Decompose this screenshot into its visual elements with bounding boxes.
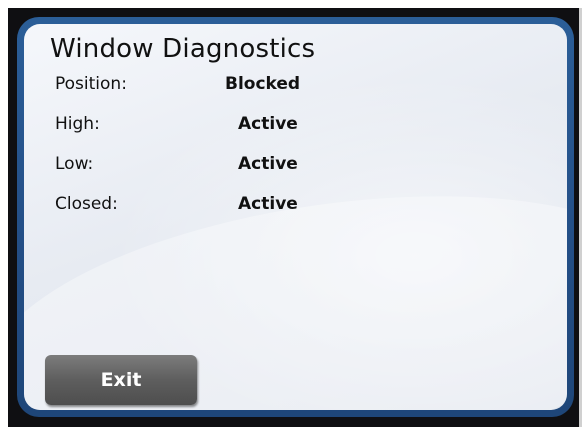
dialog-frame: Window Diagnostics Position: Blocked Hig… [17,17,574,417]
diagnostic-row-high: High: Active [55,114,375,138]
diagnostic-label: High: [55,114,100,134]
diagnostic-value: Blocked [225,74,301,94]
diagnostics-panel: Window Diagnostics Position: Blocked Hig… [24,24,567,410]
exit-button[interactable]: Exit [45,355,197,405]
diagnostic-value: Active [238,114,298,134]
diagnostic-label: Position: [55,74,127,94]
diagnostic-label: Closed: [55,194,118,214]
diagnostic-value: Active [238,154,298,174]
diagnostic-row-low: Low: Active [55,154,375,178]
diagnostic-label: Low: [55,154,94,174]
diagnostic-row-position: Position: Blocked [55,74,375,98]
page-title: Window Diagnostics [50,34,316,64]
diagnostic-row-closed: Closed: Active [55,194,375,218]
diagnostic-value: Active [238,194,298,214]
